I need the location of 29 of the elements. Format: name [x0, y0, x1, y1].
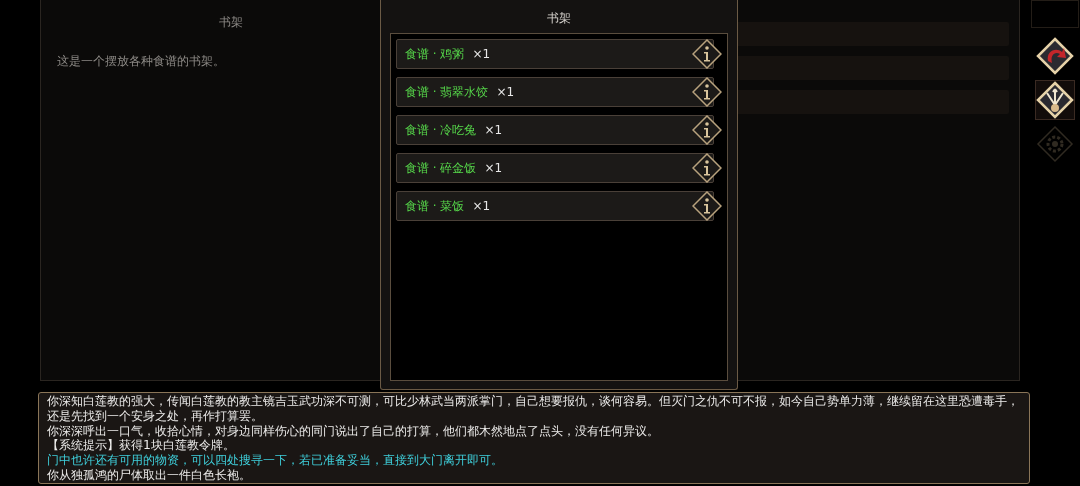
- info-icon[interactable]: [692, 115, 722, 145]
- sidebar-slot: [1031, 0, 1080, 28]
- dialog-title: 书架: [547, 10, 571, 27]
- log-line: 【系统提示】获得1块白莲教令牌。: [47, 438, 236, 454]
- log-line: 你深深呼出一口气，收拾心情，对身边同样伤心的同门说出了自己的打算，他们都木然地点了点头，没有任何异议。: [47, 423, 660, 439]
- item-count: ×1: [484, 123, 503, 137]
- item-count: ×1: [496, 85, 515, 99]
- trident-icon: [1036, 81, 1075, 119]
- info-icon[interactable]: [692, 77, 722, 107]
- gear-icon: [1036, 125, 1075, 163]
- item-count: ×1: [472, 199, 491, 213]
- item-name: 食谱 · 翡翠水饺: [405, 83, 489, 101]
- info-icon[interactable]: [692, 153, 722, 183]
- item-name: 食谱 · 碎金饭: [405, 159, 477, 177]
- info-icon[interactable]: [692, 39, 722, 69]
- item-name: 食谱 · 菜饭: [405, 197, 465, 215]
- item-count: ×1: [472, 47, 491, 61]
- item-name: 食谱 · 鸡粥: [405, 45, 465, 63]
- panel-description: 这是一个摆放各种食谱的书架。: [57, 53, 226, 70]
- panel-title: 书架: [219, 14, 243, 31]
- curved-arrow-icon: [1036, 37, 1075, 75]
- log-line: 门中也许还有可用的物资，可以四处搜寻一下，若已准备妥当，直接到大门离开即可。: [47, 453, 504, 468]
- log-line: 你深知白莲教的强大，传闻白莲教的教主镜吉玉武功深不可测，可比少林武当两派掌门，自己想要报仇，谈何容易。但灭门之仇不可不报，如今自己势单力薄，继续留在这里恐遭毒手，还是先找到一个安身之处，再作打算罢。: [47, 394, 1020, 424]
- item-count: ×1: [484, 161, 503, 175]
- sidebar-button[interactable]: [1035, 80, 1076, 120]
- log-line: 你从独孤鸿的尸体取出一件白色长袍。: [47, 468, 252, 483]
- sidebar-button[interactable]: [1035, 36, 1076, 76]
- item-name: 食谱 · 冷吃兔: [405, 121, 477, 139]
- info-icon[interactable]: [692, 191, 722, 221]
